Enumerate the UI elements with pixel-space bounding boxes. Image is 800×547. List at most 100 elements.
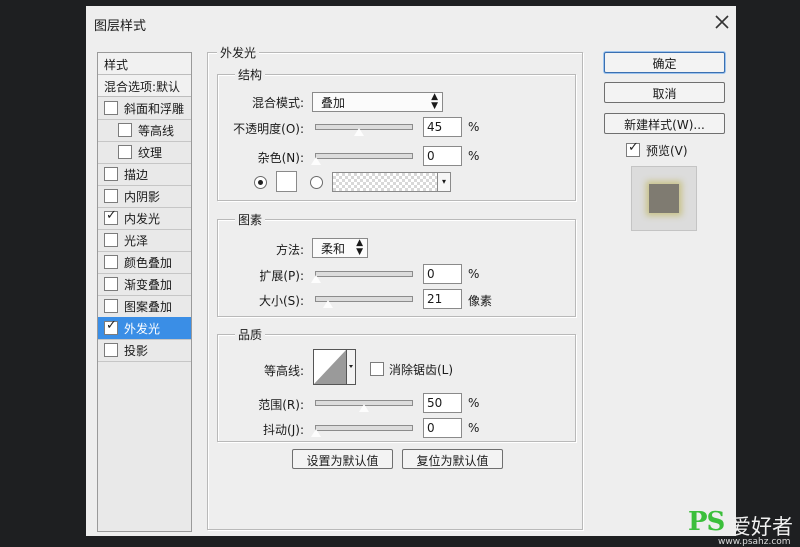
- size-input[interactable]: 21: [423, 289, 462, 309]
- list-item-bevel-emboss[interactable]: 斜面和浮雕: [98, 97, 191, 120]
- range-unit: %: [468, 396, 480, 410]
- contour-checkbox[interactable]: [118, 123, 132, 137]
- list-item-color-overlay[interactable]: 颜色叠加: [98, 251, 191, 274]
- noise-value: 0: [427, 149, 435, 163]
- bevel-emboss-checkbox[interactable]: [104, 101, 118, 115]
- inner-shadow-checkbox[interactable]: [104, 189, 118, 203]
- list-item-inner-shadow[interactable]: 内阴影: [98, 185, 191, 208]
- technique-value: 柔和: [321, 242, 346, 256]
- jitter-input[interactable]: 0: [423, 418, 462, 438]
- list-item-contour[interactable]: 等高线: [98, 119, 191, 142]
- outer-glow-checkbox[interactable]: ✓: [104, 318, 118, 335]
- satin-checkbox[interactable]: [104, 233, 118, 247]
- gradient-overlay-checkbox[interactable]: [104, 277, 118, 291]
- jitter-unit: %: [468, 421, 480, 435]
- dialog-title: 图层样式: [94, 19, 147, 34]
- jitter-slider[interactable]: [315, 425, 413, 431]
- outer-glow-panel: 外发光 结构 混合模式: 叠加 ▲ ▼ 不透明度(O): 45 % 杂色(N): …: [207, 44, 583, 530]
- opacity-slider-thumb[interactable]: [353, 127, 365, 137]
- watermark-url: www.psahz.com: [718, 537, 791, 547]
- list-item-stroke[interactable]: 描边: [98, 163, 191, 186]
- preview-checkbox[interactable]: ✓: [626, 140, 640, 157]
- blending-options-label: 混合选项:默认: [104, 80, 181, 94]
- color-radio[interactable]: [254, 176, 267, 189]
- noise-input[interactable]: 0: [423, 146, 462, 166]
- blend-mode-select[interactable]: 叠加 ▲ ▼: [312, 92, 443, 112]
- reset-default-label: 复位为默认值: [416, 454, 489, 468]
- updown-arrow-icon: ▲ ▼: [431, 92, 438, 111]
- size-value: 21: [427, 292, 443, 306]
- satin-label: 光泽: [124, 234, 149, 248]
- gradient-dropdown-icon[interactable]: ▾: [437, 172, 451, 192]
- spread-value: 0: [427, 267, 435, 281]
- opacity-slider[interactable]: [315, 124, 413, 130]
- inner-glow-checkbox[interactable]: ✓: [104, 208, 118, 225]
- list-item-inner-glow[interactable]: ✓ 内发光: [98, 207, 191, 230]
- bevel-emboss-label: 斜面和浮雕: [124, 102, 185, 116]
- gradient-preview[interactable]: [332, 172, 438, 192]
- preview-label: 预览(V): [646, 144, 688, 158]
- checkmark-icon: ✓: [628, 140, 639, 155]
- preview-swatch: [649, 184, 679, 213]
- spread-unit: %: [468, 267, 480, 281]
- ok-button[interactable]: 确定: [604, 52, 725, 73]
- radio-dot: [258, 180, 263, 185]
- contour-picker-icon[interactable]: [313, 349, 357, 386]
- range-slider-thumb[interactable]: [358, 403, 370, 413]
- technique-label: 方法:: [275, 243, 304, 257]
- jitter-slider-thumb[interactable]: [310, 428, 322, 438]
- quality-group: 品质 等高线: 消除锯齿(L) 范围(R): 50 % 抖动(J): 0 %: [217, 326, 576, 442]
- updown-arrow-icon: ▲ ▼: [356, 238, 363, 257]
- drop-shadow-label: 投影: [124, 344, 149, 358]
- contour-label: 等高线:: [263, 364, 304, 378]
- blend-mode-value: 叠加: [321, 96, 346, 110]
- noise-slider-thumb[interactable]: [310, 156, 322, 166]
- list-item-texture[interactable]: 纹理: [98, 141, 191, 164]
- make-default-label: 设置为默认值: [306, 454, 379, 468]
- pattern-overlay-label: 图案叠加: [124, 300, 173, 314]
- list-item-drop-shadow[interactable]: 投影: [98, 339, 191, 362]
- list-item-pattern-overlay[interactable]: 图案叠加: [98, 295, 191, 318]
- opacity-input[interactable]: 45: [423, 117, 462, 137]
- reset-default-button[interactable]: 复位为默认值: [402, 449, 503, 469]
- list-item-outer-glow[interactable]: ✓ 外发光: [98, 317, 191, 340]
- styles-header[interactable]: 样式: [98, 53, 191, 75]
- spread-slider[interactable]: [315, 271, 413, 277]
- glow-color-swatch[interactable]: [276, 171, 297, 192]
- stroke-label: 描边: [124, 168, 149, 182]
- elements-title: 图素: [235, 211, 266, 228]
- drop-shadow-checkbox[interactable]: [104, 343, 118, 357]
- list-item-gradient-overlay[interactable]: 渐变叠加: [98, 273, 191, 296]
- size-slider-thumb[interactable]: [322, 299, 334, 309]
- noise-slider[interactable]: [315, 153, 413, 159]
- blend-mode-label: 混合模式:: [251, 96, 304, 110]
- opacity-value: 45: [427, 120, 443, 134]
- make-default-button[interactable]: 设置为默认值: [292, 449, 393, 469]
- texture-checkbox[interactable]: [118, 145, 132, 159]
- close-icon[interactable]: [711, 11, 733, 33]
- quality-title: 品质: [235, 326, 266, 343]
- opacity-label: 不透明度(O):: [233, 122, 304, 136]
- new-style-button[interactable]: 新建样式(W)...: [604, 113, 725, 134]
- spread-slider-thumb[interactable]: [310, 274, 322, 284]
- size-label: 大小(S):: [258, 294, 304, 308]
- pattern-overlay-checkbox[interactable]: [104, 299, 118, 313]
- list-item-satin[interactable]: 光泽: [98, 229, 191, 252]
- color-overlay-checkbox[interactable]: [104, 255, 118, 269]
- gradient-overlay-label: 渐变叠加: [124, 278, 173, 292]
- range-input[interactable]: 50: [423, 393, 462, 413]
- stroke-checkbox[interactable]: [104, 167, 118, 181]
- blending-options-item[interactable]: 混合选项:默认: [98, 75, 191, 97]
- range-value: 50: [427, 396, 443, 410]
- gradient-radio[interactable]: [310, 176, 323, 189]
- anti-alias-checkbox[interactable]: [370, 362, 384, 376]
- technique-select[interactable]: 柔和 ▲ ▼: [312, 238, 368, 258]
- outer-glow-label: 外发光: [124, 322, 161, 336]
- title-bar[interactable]: 图层样式: [86, 6, 736, 38]
- size-unit: 像素: [468, 294, 493, 308]
- cancel-button[interactable]: 取消: [604, 82, 725, 103]
- jitter-value: 0: [427, 421, 435, 435]
- preview-thumbnail: [631, 166, 697, 231]
- spread-input[interactable]: 0: [423, 264, 462, 284]
- layer-style-dialog: 图层样式 样式 混合选项:默认 斜面和浮雕 等高线 纹理 描边 内阴影 ✓ 内发…: [86, 6, 736, 536]
